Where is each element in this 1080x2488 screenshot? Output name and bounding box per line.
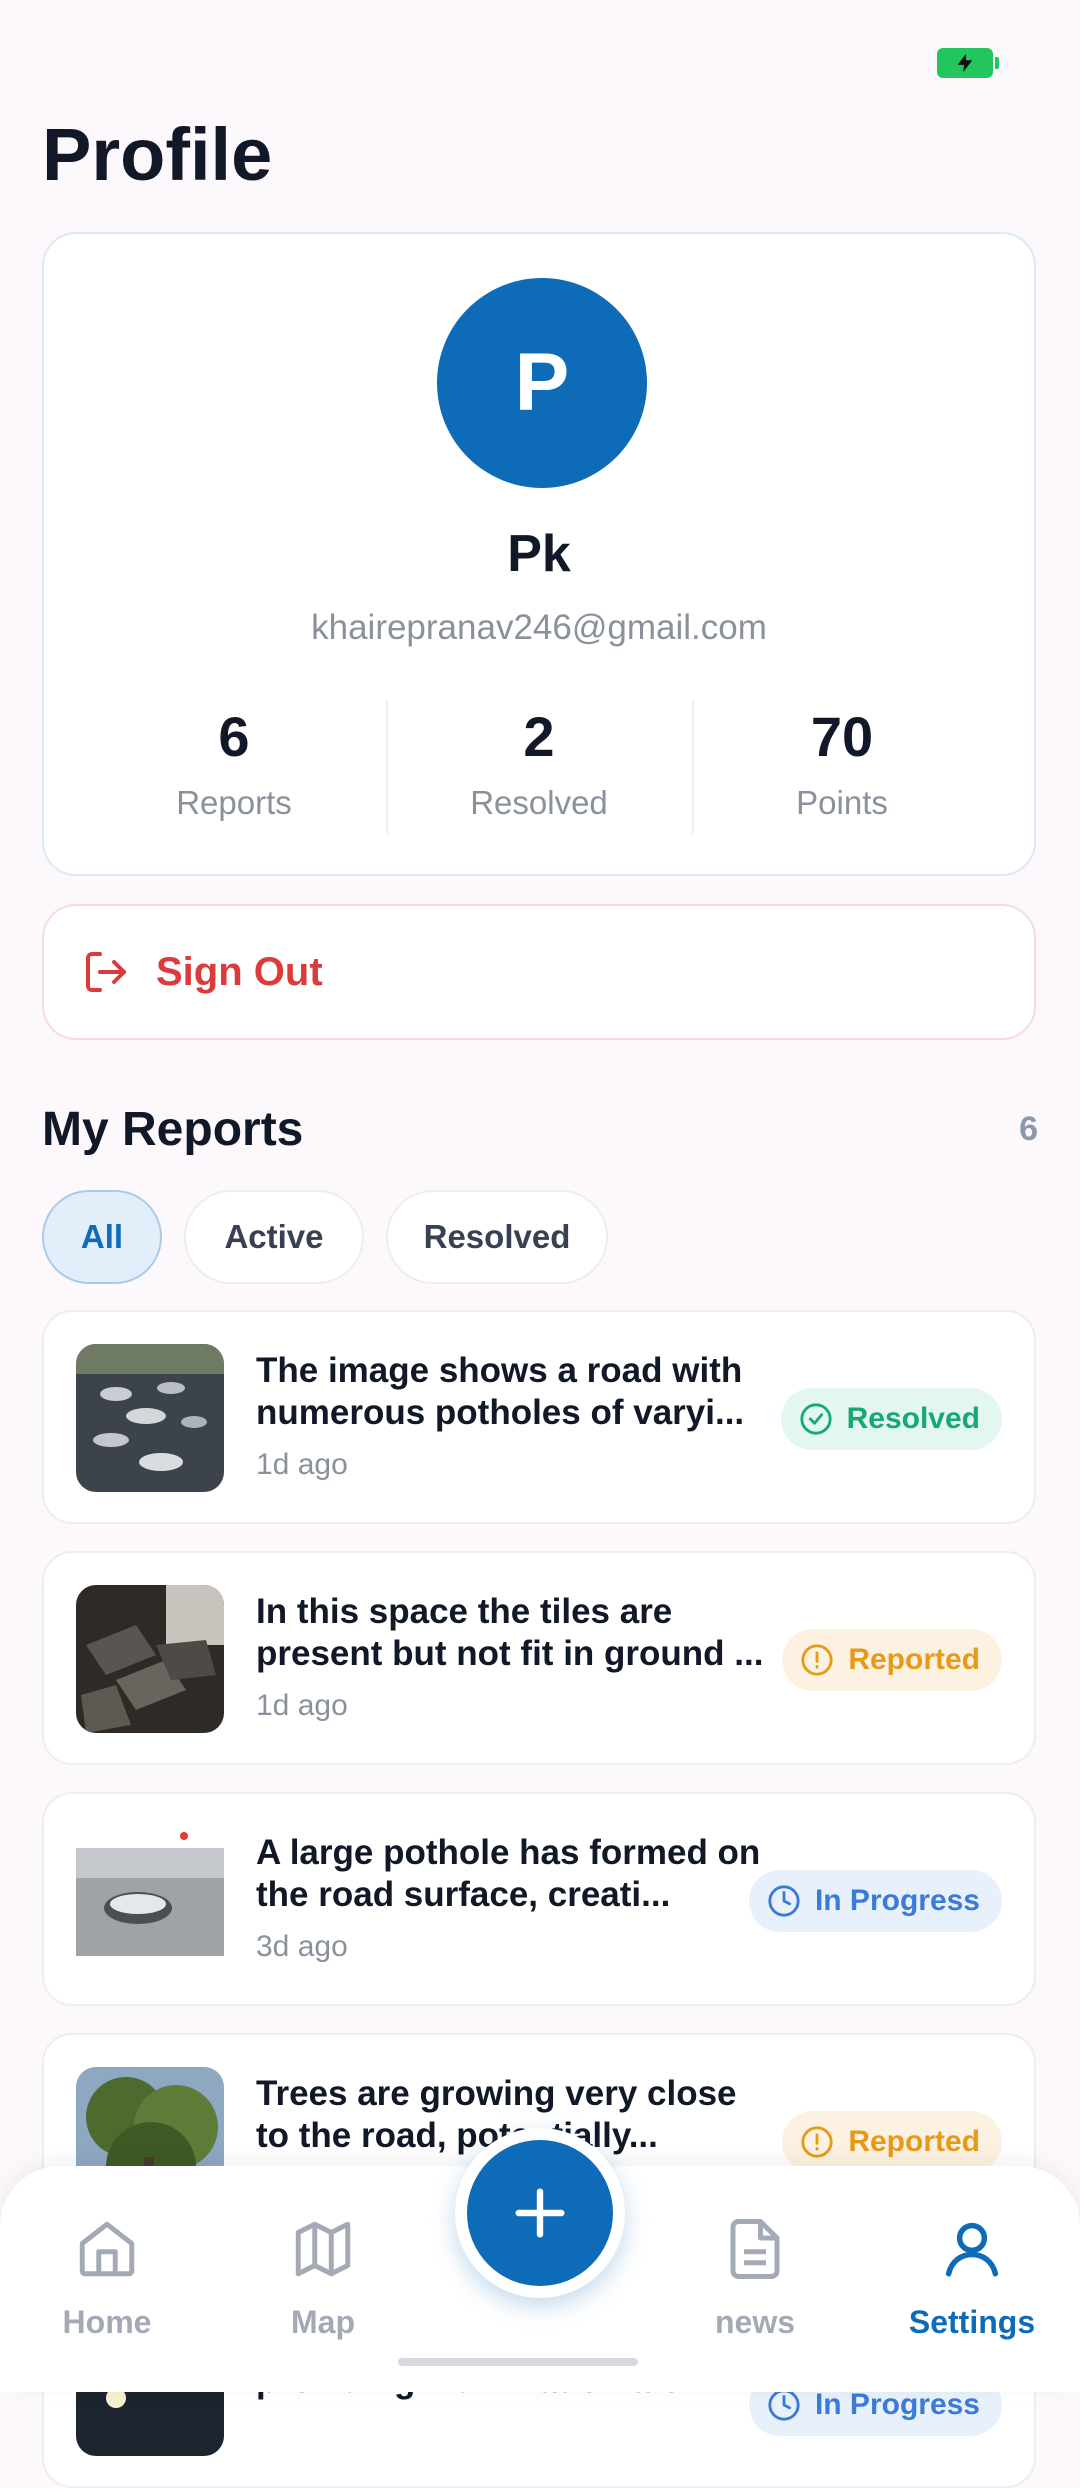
stat-value: 6 xyxy=(218,705,250,768)
stat-value: 70 xyxy=(810,705,874,768)
stat-divider xyxy=(386,700,388,834)
stat-label: Resolved xyxy=(470,784,608,821)
status-badge: Reported xyxy=(782,2111,1002,2173)
stat-label: Points xyxy=(796,784,888,821)
stat-label: Reports xyxy=(176,784,292,821)
nav-label: Map xyxy=(291,2304,355,2340)
user-name: Pk xyxy=(507,525,571,583)
filter-chip-all[interactable]: All xyxy=(42,1190,162,1284)
filter-chip-active[interactable]: Active xyxy=(184,1190,364,1284)
nav-label: Settings xyxy=(908,2304,1036,2340)
report-thumbnail xyxy=(76,1826,224,1974)
alert-circle-icon xyxy=(801,2126,833,2158)
plus-icon xyxy=(515,2188,565,2238)
report-thumbnail xyxy=(76,1585,224,1733)
report-card[interactable]: In this space the tiles are present but … xyxy=(42,1551,1036,1765)
status-label: Resolved xyxy=(846,1402,980,1435)
report-time: 1d ago xyxy=(256,1448,348,1481)
status-label: In Progress xyxy=(814,2388,980,2421)
nav-label: Home xyxy=(62,2304,152,2340)
document-icon xyxy=(665,2216,845,2286)
status-badge: Reported xyxy=(782,1629,1002,1691)
map-icon xyxy=(233,2216,413,2286)
nav-item-news[interactable]: news xyxy=(665,2216,845,2341)
sign-out-button[interactable]: Sign Out xyxy=(42,904,1036,1040)
reports-count: 6 xyxy=(1019,1110,1038,1148)
log-out-icon xyxy=(82,948,130,1001)
report-card[interactable]: A large pothole has formed on the road s… xyxy=(42,1792,1036,2006)
status-label: Reported xyxy=(848,2125,980,2158)
user-icon xyxy=(882,2216,1062,2286)
nav-label: news xyxy=(714,2304,796,2340)
stat-resolved: 2 Resolved xyxy=(389,704,689,822)
home-icon xyxy=(17,2216,197,2286)
add-report-button[interactable] xyxy=(467,2140,613,2286)
user-email: khairepranav246@gmail.com xyxy=(311,608,767,647)
status-label: In Progress xyxy=(814,1884,980,1917)
report-time: 3d ago xyxy=(256,1930,348,1963)
alert-circle-icon xyxy=(801,1644,833,1676)
report-title: A large pothole has formed on the road s… xyxy=(256,1833,761,1914)
filter-chip-resolved[interactable]: Resolved xyxy=(386,1190,608,1284)
nav-item-map[interactable]: Map xyxy=(233,2216,413,2341)
status-bar xyxy=(0,0,1080,110)
status-badge: Resolved xyxy=(780,1388,1002,1450)
profile-card: P Pk khairepranav246@gmail.com 6 Reports… xyxy=(42,232,1036,876)
stat-reports: 6 Reports xyxy=(84,704,384,822)
report-title: The image shows a road with numerous pot… xyxy=(256,1351,745,1432)
nav-item-home[interactable]: Home xyxy=(17,2216,197,2341)
clock-icon xyxy=(768,2389,800,2421)
stat-value: 2 xyxy=(523,705,555,768)
sign-out-label: Sign Out xyxy=(156,950,323,994)
check-circle-icon xyxy=(800,1403,832,1435)
battery-charging-icon xyxy=(937,48,999,78)
avatar: P xyxy=(437,278,647,488)
report-thumbnail xyxy=(76,1344,224,1492)
home-indicator xyxy=(398,2358,638,2366)
report-card[interactable]: The image shows a road with numerous pot… xyxy=(42,1310,1036,1524)
report-time: 1d ago xyxy=(256,1689,348,1722)
nav-item-settings[interactable]: Settings xyxy=(882,2216,1062,2341)
report-title: In this space the tiles are present but … xyxy=(256,1592,764,1673)
stat-points: 70 Points xyxy=(692,704,992,822)
section-title: My Reports xyxy=(42,1103,304,1156)
status-badge: In Progress xyxy=(748,1870,1002,1932)
clock-icon xyxy=(768,1885,800,1917)
page-title: Profile xyxy=(42,113,273,196)
status-label: Reported xyxy=(848,1643,980,1676)
